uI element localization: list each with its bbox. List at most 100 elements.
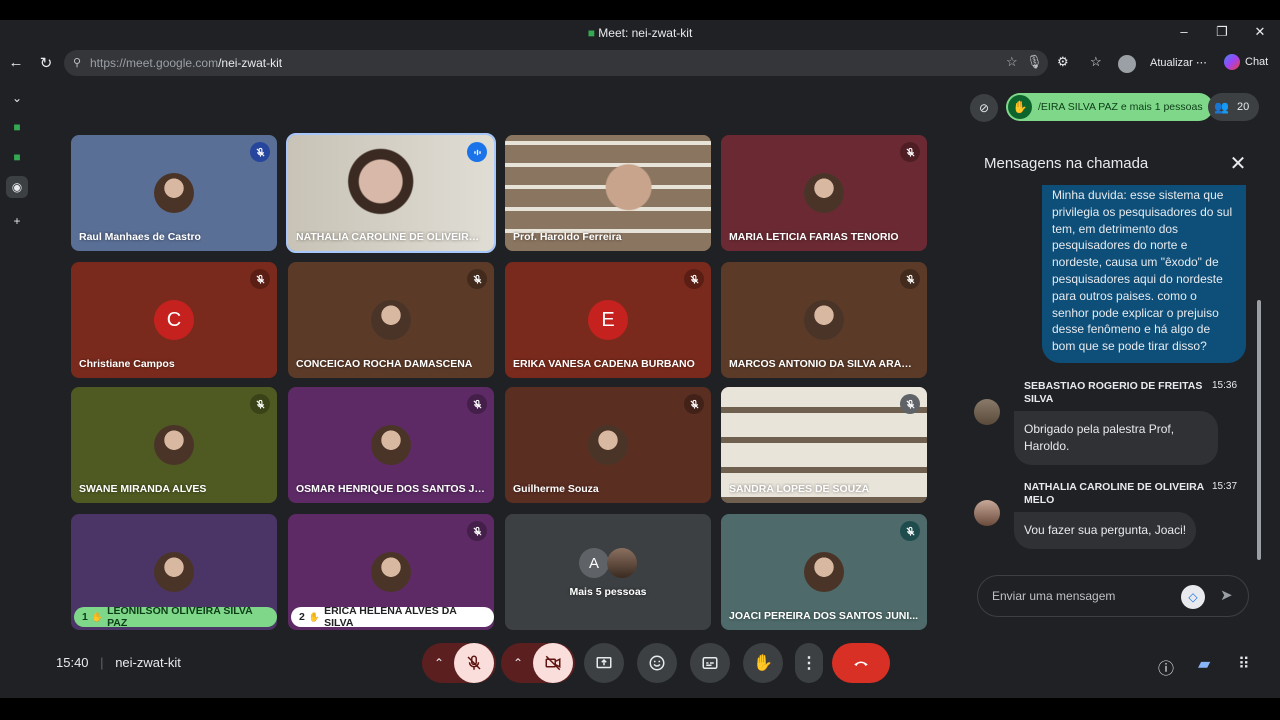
participant-tile[interactable]: E ERIKA VANESA CADENA BURBANO xyxy=(505,262,711,378)
record-icon[interactable]: ◉ xyxy=(6,176,28,198)
microphone-icon[interactable]: 🎙 xyxy=(1026,54,1043,70)
copilot-chat-button[interactable]: Chat xyxy=(1224,54,1268,70)
back-icon[interactable]: ← xyxy=(6,54,26,71)
mic-off-icon xyxy=(684,394,704,414)
avatar: E xyxy=(588,300,628,340)
meeting-info: 15:40 | nei-zwat-kit xyxy=(56,655,181,670)
profile-avatar[interactable] xyxy=(1118,55,1136,73)
participant-tile[interactable]: Prof. Haroldo Ferreira xyxy=(505,135,711,251)
mic-off-icon xyxy=(900,269,920,289)
meet-tab-icon[interactable]: ■ xyxy=(6,116,28,138)
mic-off-icon xyxy=(250,394,270,414)
participant-count: 20 xyxy=(1236,101,1250,113)
mic-off-icon xyxy=(900,394,920,414)
meet-tab-icon-2[interactable]: ■ xyxy=(6,146,28,168)
bookmark-star-icon[interactable]: ☆ xyxy=(1006,54,1018,70)
participant-tile[interactable]: JOACI PEREIRA DOS SANTOS JUNI... xyxy=(721,514,927,630)
meeting-code: nei-zwat-kit xyxy=(115,655,181,670)
mic-off-icon xyxy=(250,142,270,162)
captions-button[interactable] xyxy=(690,643,730,683)
chevron-down-icon[interactable]: ⌄ xyxy=(6,87,28,109)
participant-grid: Raul Manhaes de Castro NATHALIA CAROLINE … xyxy=(71,133,931,631)
participants-button[interactable]: 👥 20 xyxy=(1208,93,1260,121)
mic-off-icon xyxy=(684,269,704,289)
close-chat-icon[interactable]: ✕ xyxy=(1228,151,1248,176)
avatar: C xyxy=(154,300,194,340)
mic-off-icon xyxy=(467,394,487,414)
update-button[interactable]: Atualizar ⋯ xyxy=(1150,56,1207,69)
participant-tile[interactable]: A Mais 5 pessoas xyxy=(505,514,711,630)
close-window-icon[interactable]: ✕ xyxy=(1250,24,1270,40)
participant-tile[interactable]: CONCEICAO ROCHA DAMASCENA xyxy=(288,262,494,378)
avatar xyxy=(154,425,194,465)
participant-tile[interactable]: C Christiane Campos xyxy=(71,262,277,378)
mic-options-chevron-icon[interactable]: ⌃ xyxy=(424,656,454,670)
message-sender: NATHALIA CAROLINE DE OLIVEIRA MELO xyxy=(1024,481,1204,506)
participant-name: JOACI PEREIRA DOS SANTOS JUNI... xyxy=(729,610,919,622)
participant-name: Guilherme Souza xyxy=(513,483,599,495)
camera-options-chevron-icon[interactable]: ⌃ xyxy=(503,656,533,670)
bottom-letterbox xyxy=(0,698,1280,720)
present-screen-button[interactable] xyxy=(584,643,624,683)
top-letterbox xyxy=(0,0,1280,20)
participant-name: CONCEICAO ROCHA DAMASCENA xyxy=(296,358,473,370)
send-icon[interactable]: ➤ xyxy=(1220,586,1233,604)
participant-tile[interactable]: Raul Manhaes de Castro xyxy=(71,135,277,251)
raise-hand-button[interactable]: ✋ xyxy=(743,643,783,683)
participant-tile[interactable]: 2 ✋ ERICA HELENA ALVES DA SILVA xyxy=(288,514,494,630)
window-titlebar: ■ Meet: nei-zwat-kit – ❐ ✕ xyxy=(0,20,1280,46)
avatar xyxy=(607,548,637,578)
address-bar[interactable]: ⚲ https://meet.google.com/nei-zwat-kit ☆… xyxy=(64,50,1048,76)
participant-tile[interactable]: MARIA LETICIA FARIAS TENORIO xyxy=(721,135,927,251)
chat-scrollbar[interactable] xyxy=(1257,300,1261,560)
emoji-icon xyxy=(649,655,665,671)
more-options-button[interactable]: ⋮ xyxy=(795,643,823,683)
raised-hand-icon: ✋ xyxy=(1008,95,1032,119)
minimize-icon[interactable]: – xyxy=(1174,24,1194,39)
chat-panel-title: Mensagens na chamada xyxy=(984,155,1149,172)
copilot-icon xyxy=(1224,54,1240,70)
camera-toggle-button[interactable] xyxy=(533,643,573,683)
hand-order: 2 xyxy=(299,611,305,623)
favorites-icon[interactable]: ☆ xyxy=(1090,54,1102,70)
hand-icon: ✋ xyxy=(753,655,773,672)
add-tab-icon[interactable]: + xyxy=(6,210,28,232)
participant-tile[interactable]: SWANE MIRANDA ALVES xyxy=(71,387,277,503)
gemini-icon[interactable]: ◇ xyxy=(1181,585,1205,609)
avatar xyxy=(154,173,194,213)
restore-icon[interactable]: ❐ xyxy=(1212,24,1232,40)
extensions-icon[interactable]: ⚙ xyxy=(1057,54,1069,70)
clock-time: 15:40 xyxy=(56,655,89,670)
raised-hand-badge: 2 ✋ ERICA HELENA ALVES DA SILVA xyxy=(291,605,494,629)
chat-panel-icon[interactable]: ▰ xyxy=(1198,654,1210,674)
reload-icon[interactable]: ↻ xyxy=(36,54,56,72)
participant-tile[interactable]: Guilherme Souza xyxy=(505,387,711,503)
participant-tile[interactable]: SANDRA LOPES DE SOUZA xyxy=(721,387,927,503)
message-bubble: Vou fazer sua pergunta, Joaci! xyxy=(1014,512,1197,549)
participant-name: ERICA HELENA ALVES DA SILVA xyxy=(324,605,457,629)
meet-logo-icon: ■ xyxy=(587,26,595,40)
raised-hands-chip[interactable]: ✋ /EIRA SILVA PAZ e mais 1 pessoas xyxy=(1006,93,1213,121)
browser-toolbar: ← ↻ ⚲ https://meet.google.com/nei-zwat-k… xyxy=(0,46,1280,80)
participant-name: LEONILSON OLIVEIRA SILVA PAZ xyxy=(107,605,253,629)
url-text[interactable]: https://meet.google.com/nei-zwat-kit xyxy=(90,56,282,70)
activities-icon[interactable]: ⠿ xyxy=(1238,654,1250,674)
mic-toggle-button[interactable] xyxy=(454,643,494,683)
message-bubble: Obrigado pela palestra Prof, Haroldo. xyxy=(1014,411,1218,465)
meeting-details-icon[interactable]: ⓘ xyxy=(1158,655,1174,679)
site-info-icon[interactable]: ⚲ xyxy=(73,56,81,69)
chat-message-input[interactable]: Enviar uma mensagem ◇ ➤ xyxy=(977,575,1249,617)
participant-name: Christiane Campos xyxy=(79,358,175,370)
participant-tile[interactable]: NATHALIA CAROLINE DE OLIVEIRA ... xyxy=(286,133,496,253)
reactions-button[interactable] xyxy=(637,643,677,683)
participant-tile[interactable]: OSMAR HENRIQUE DOS SANTOS JU... xyxy=(288,387,494,503)
leave-call-button[interactable] xyxy=(832,643,890,683)
participant-tile[interactable]: MARCOS ANTONIO DA SILVA ARAUJ... xyxy=(721,262,927,378)
participant-name: Raul Manhaes de Castro xyxy=(79,231,201,243)
avatar xyxy=(154,552,194,592)
participant-name: OSMAR HENRIQUE DOS SANTOS JU... xyxy=(296,483,486,495)
camera-off-indicator-icon[interactable]: ⊘ xyxy=(970,94,998,122)
chat-input-placeholder[interactable]: Enviar uma mensagem xyxy=(992,589,1115,603)
message-time: 15:37 xyxy=(1212,481,1238,492)
participant-tile[interactable]: 1 ✋ LEONILSON OLIVEIRA SILVA PAZ xyxy=(71,514,277,630)
